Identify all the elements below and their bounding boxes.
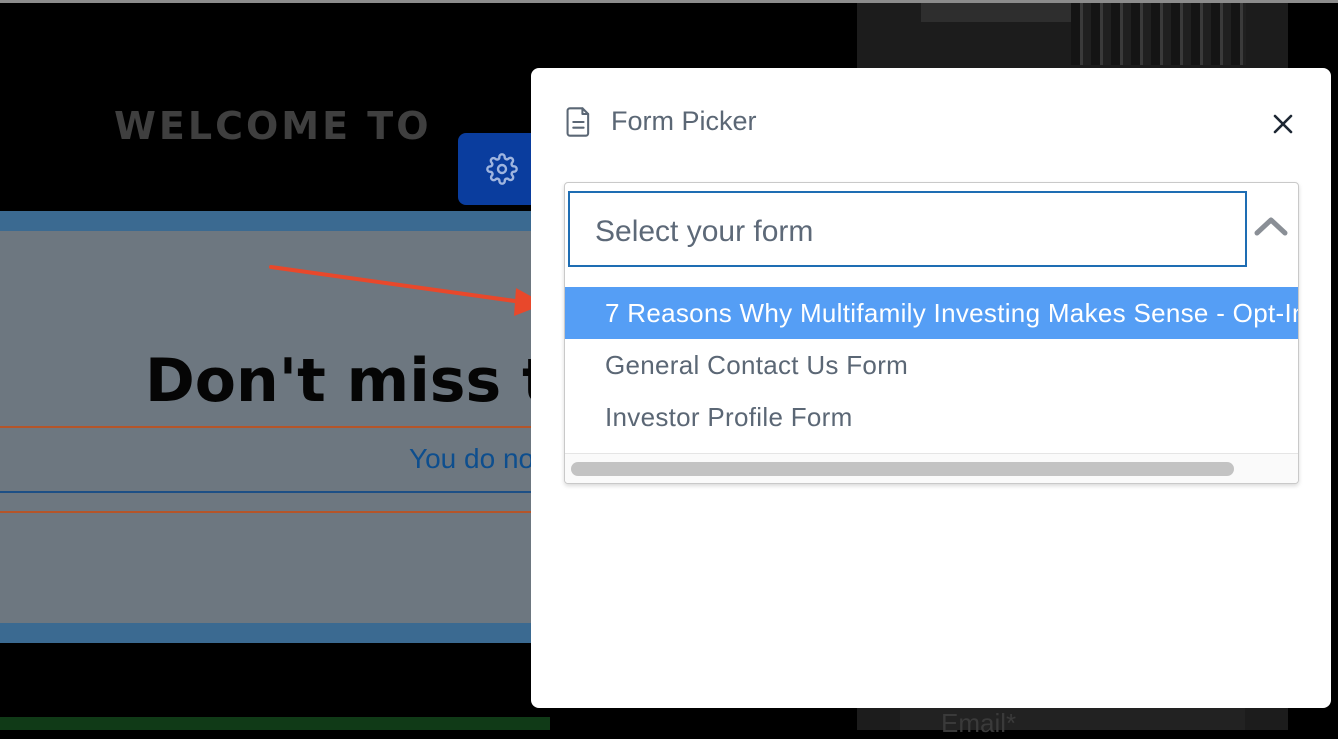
close-button[interactable] xyxy=(1267,108,1299,140)
modal-title: Form Picker xyxy=(611,106,757,136)
modal-header: Form Picker xyxy=(531,68,1331,178)
scrollbar-thumb[interactable] xyxy=(571,462,1234,476)
form-picker-modal: Form Picker Select your form 7 Reasons W… xyxy=(531,68,1331,708)
option-7-reasons-multifamily[interactable]: 7 Reasons Why Multifamily Investing Make… xyxy=(565,287,1298,339)
close-icon xyxy=(1273,114,1293,134)
form-select-input[interactable]: Select your form xyxy=(568,191,1247,267)
document-icon xyxy=(566,107,590,137)
chevron-up-icon[interactable] xyxy=(1251,213,1291,241)
horizontal-scrollbar[interactable] xyxy=(565,453,1298,483)
option-general-contact-us[interactable]: General Contact Us Form xyxy=(565,339,1298,391)
form-select-dropdown[interactable]: Select your form 7 Reasons Why Multifami… xyxy=(564,182,1299,484)
options-list: 7 Reasons Why Multifamily Investing Make… xyxy=(565,287,1298,443)
select-placeholder: Select your form xyxy=(595,215,814,248)
option-investor-profile[interactable]: Investor Profile Form xyxy=(565,391,1298,443)
